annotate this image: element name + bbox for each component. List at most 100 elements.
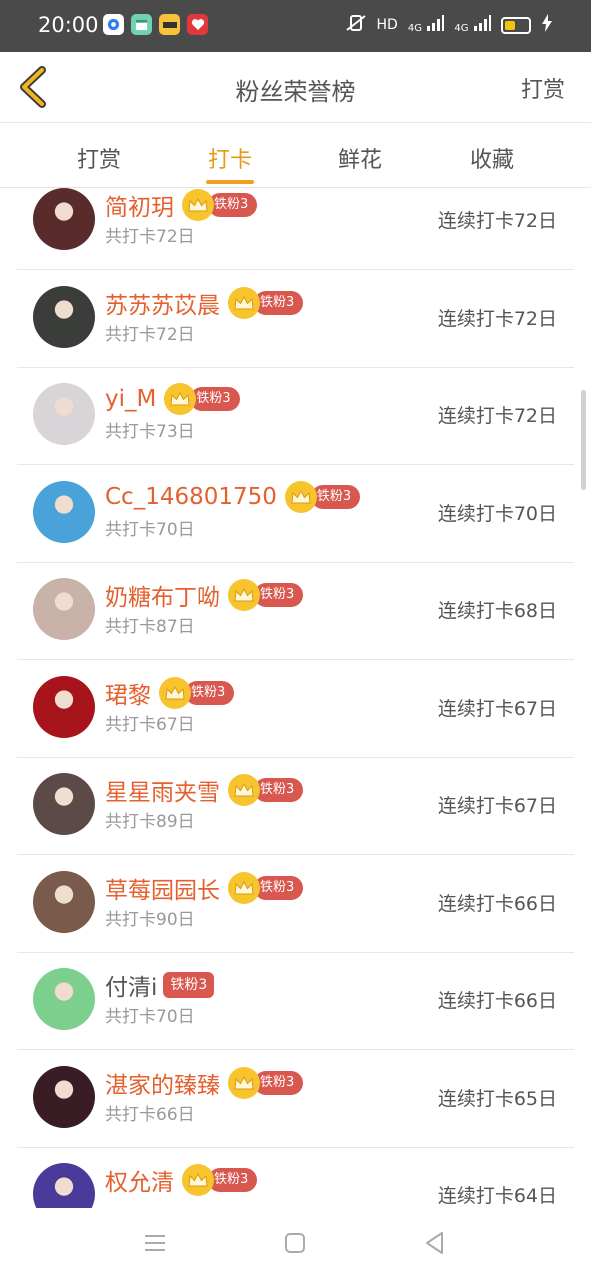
fan-name[interactable]: yi_M <box>105 386 156 412</box>
reward-button[interactable]: 打赏 <box>521 72 565 104</box>
fan-name[interactable]: Cc_146801750 <box>105 484 277 510</box>
fan-list-item[interactable]: 珺黎 铁粉3 共打卡67日 连续打卡67日 <box>17 660 574 758</box>
total-checkin-days: 共打卡72日 <box>105 324 195 345</box>
avatar[interactable] <box>33 968 95 1030</box>
fan-name[interactable]: 奶糖布丁呦 <box>105 578 220 612</box>
scrollbar[interactable] <box>581 390 586 490</box>
fan-list-item[interactable]: 苏苏苏苡晨 铁粉3 共打卡72日 连续打卡72日 <box>17 270 574 368</box>
meituan-app-icon <box>159 14 180 35</box>
fan-list-item[interactable]: 草莓园园长 铁粉3 共打卡90日 连续打卡66日 <box>17 855 574 953</box>
avatar[interactable] <box>33 383 95 445</box>
checkin-streak: 连续打卡70日 <box>437 502 557 525</box>
name-line: 权允清 铁粉3 <box>105 1163 258 1197</box>
fan-list-item[interactable]: 湛家的臻臻 铁粉3 共打卡66日 连续打卡65日 <box>17 1050 574 1148</box>
checkin-streak: 连续打卡65日 <box>437 1087 557 1110</box>
total-checkin-days: 共打卡90日 <box>105 909 195 930</box>
fan-name[interactable]: 湛家的臻臻 <box>105 1066 220 1100</box>
avatar[interactable] <box>33 480 95 543</box>
mute-vibrate-icon <box>345 14 367 36</box>
total-checkin-days: 共打卡73日 <box>105 422 195 442</box>
crown-icon <box>228 286 260 319</box>
name-line: yi_M 铁粉3 <box>105 383 240 415</box>
avatar[interactable] <box>33 1065 95 1128</box>
fan-level-badge: 铁粉3 <box>254 583 304 607</box>
crown-icon <box>228 1066 260 1099</box>
fan-list-item[interactable]: Cc_146801750 铁粉3 共打卡70日 连续打卡70日 <box>17 465 574 563</box>
checkin-streak: 连续打卡67日 <box>437 795 557 817</box>
fan-level-badge: 铁粉3 <box>163 972 215 998</box>
fan-level-badge: 铁粉3 <box>254 778 304 802</box>
status-system-icons: HD 4G 4G <box>345 14 553 36</box>
avatar[interactable] <box>33 675 95 738</box>
fan-ranking-list[interactable]: 简初玥 铁粉3 共打卡72日 连续打卡72日 苏苏苏苡晨 铁粉3 共打卡72日 连续打卡72日… <box>0 188 591 1208</box>
fan-name[interactable]: 草莓园园长 <box>105 871 220 905</box>
fan-level-badge: 铁粉3 <box>185 680 235 705</box>
fan-name[interactable]: 付清i <box>105 968 157 1002</box>
fan-list-item[interactable]: 奶糖布丁呦 铁粉3 共打卡87日 连续打卡68日 <box>17 562 574 660</box>
crown-icon <box>284 480 317 513</box>
fan-name[interactable]: 星星雨夹雪 <box>105 773 220 807</box>
tab-favorites[interactable]: 收藏 <box>432 142 552 174</box>
calendar-app-icon <box>131 14 152 35</box>
total-checkin-days: 共打卡66日 <box>105 1104 195 1125</box>
crown-icon <box>228 579 260 611</box>
name-line: 草莓园园长 铁粉3 <box>105 871 304 905</box>
avatar[interactable] <box>33 285 95 348</box>
status-bar: 20:00 HD 4G 4G <box>0 0 591 52</box>
fan-name[interactable]: 珺黎 <box>105 676 151 710</box>
hd-label: HD <box>376 17 398 33</box>
fan-list-item[interactable]: 简初玥 铁粉3 共打卡72日 连续打卡72日 <box>17 188 574 270</box>
crown-icon <box>159 676 191 709</box>
square-home-icon <box>285 1233 305 1253</box>
fan-level-badge: 铁粉3 <box>254 1070 304 1095</box>
total-checkin-days: 共打卡67日 <box>105 714 195 735</box>
fan-list-item[interactable]: 权允清 铁粉3 连续打卡64日 <box>17 1147 574 1208</box>
fan-level-badge: 铁粉3 <box>254 875 304 900</box>
avatar[interactable] <box>33 188 95 250</box>
name-line: 奶糖布丁呦 铁粉3 <box>105 578 304 612</box>
total-checkin-days: 共打卡89日 <box>105 812 195 832</box>
tab-reward[interactable]: 打赏 <box>39 142 159 174</box>
top-navigation-bar: 粉丝荣誉榜 打赏 <box>0 52 591 123</box>
crown-icon <box>228 871 260 904</box>
active-tab-indicator <box>206 180 254 184</box>
charging-icon <box>541 14 553 36</box>
status-time: 20:00 <box>38 13 99 37</box>
name-line: 星星雨夹雪 铁粉3 <box>105 773 304 807</box>
name-line: Cc_146801750 铁粉3 <box>105 480 361 513</box>
fan-name[interactable]: 权允清 <box>105 1163 174 1197</box>
avatar[interactable] <box>33 773 95 835</box>
back-nav-button[interactable] <box>420 1228 450 1258</box>
page-title: 粉丝荣誉榜 <box>235 78 356 106</box>
signal-icon-2: 4G <box>454 15 491 35</box>
checkin-streak: 连续打卡72日 <box>437 307 557 330</box>
heart-app-icon <box>187 14 208 35</box>
name-line: 珺黎 铁粉3 <box>105 676 235 710</box>
avatar[interactable] <box>33 1163 95 1208</box>
avatar[interactable] <box>33 578 95 640</box>
crown-icon <box>164 383 197 415</box>
checkin-streak: 连续打卡66日 <box>437 990 557 1012</box>
checkin-streak: 连续打卡67日 <box>437 697 557 720</box>
checkin-streak: 连续打卡72日 <box>437 405 557 427</box>
name-line: 湛家的臻臻 铁粉3 <box>105 1066 304 1100</box>
total-checkin-days: 共打卡70日 <box>105 1007 195 1027</box>
fan-list-item[interactable]: 付清i 铁粉3 共打卡70日 连续打卡66日 <box>17 952 574 1050</box>
system-navigation-bar <box>0 1208 591 1280</box>
tab-checkin[interactable]: 打卡 <box>170 142 290 174</box>
fan-level-badge: 铁粉3 <box>310 484 361 509</box>
avatar[interactable] <box>33 870 95 933</box>
fan-name[interactable]: 简初玥 <box>105 188 174 222</box>
tab-flowers[interactable]: 鲜花 <box>300 142 420 174</box>
fan-level-badge: 铁粉3 <box>208 1168 258 1192</box>
checkin-streak: 连续打卡64日 <box>437 1185 557 1207</box>
tab-bar: 打赏 打卡 鲜花 收藏 <box>0 123 591 188</box>
home-button[interactable] <box>280 1228 310 1258</box>
fan-name[interactable]: 苏苏苏苡晨 <box>105 286 220 320</box>
fan-list-item[interactable]: 星星雨夹雪 铁粉3 共打卡89日 连续打卡67日 <box>17 757 574 855</box>
browser-app-icon <box>103 14 124 35</box>
menu-button[interactable] <box>140 1228 170 1258</box>
name-line: 付清i 铁粉3 <box>105 968 215 1002</box>
total-checkin-days: 共打卡72日 <box>105 227 195 247</box>
fan-list-item[interactable]: yi_M 铁粉3 共打卡73日 连续打卡72日 <box>17 367 574 465</box>
